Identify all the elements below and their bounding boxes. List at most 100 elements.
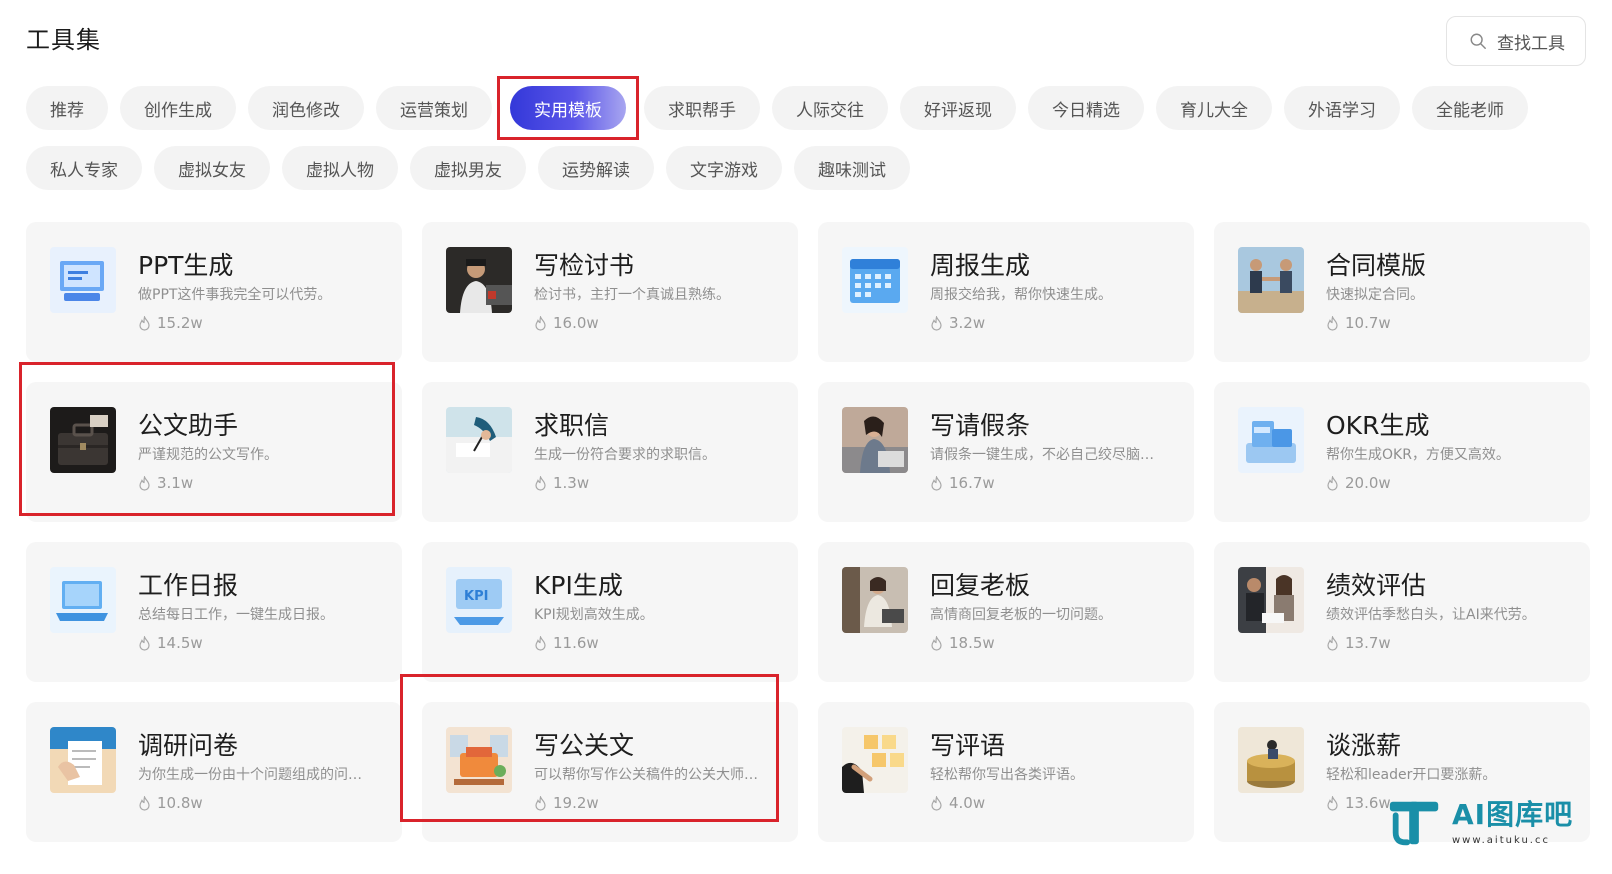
tool-card-description: 帮你生成OKR，方便又高效。 <box>1326 447 1510 463</box>
tab-job-help[interactable]: 求职帮手 <box>644 86 760 130</box>
tool-card[interactable]: 写评语 轻松帮你写出各类评语。 4.0w <box>818 702 1194 842</box>
flame-icon <box>535 635 546 651</box>
tool-card-title: 写请假条 <box>930 411 1031 440</box>
tab-row-2: 私人专家 虚拟女友 虚拟人物 虚拟男友 运势解读 文字游戏 趣味测试 <box>26 146 1586 190</box>
usage-count: 13.6w <box>1345 794 1391 812</box>
highlight-box-tab: 实用模板 <box>497 76 639 140</box>
tool-card[interactable]: 写请假条请假条一键生成，不必自己绞尽脑… 16.7w <box>818 382 1194 522</box>
usage-count: 14.5w <box>157 634 203 652</box>
tab-word-games[interactable]: 文字游戏 <box>666 146 782 190</box>
tab-virtual-girlfriend[interactable]: 虚拟女友 <box>154 146 270 190</box>
tool-card-description: 请假条一键生成，不必自己绞尽脑… <box>930 447 1154 463</box>
tab-recommend[interactable]: 推荐 <box>26 86 108 130</box>
tool-card[interactable]: 回复老板 高情商回复老板的一切问题。 18.5w <box>818 542 1194 682</box>
tool-card[interactable]: 调研问卷 为你生成一份由十个问题组成的问… 10.8w <box>26 702 402 842</box>
tool-card[interactable]: PPT生成 做PPT这件事我完全可以代劳。 15.2w <box>26 222 402 362</box>
tab-private-expert[interactable]: 私人专家 <box>26 146 142 190</box>
okr-thumbnail <box>1238 407 1304 473</box>
tool-card-description: 高情商回复老板的一切问题。 <box>930 607 1112 623</box>
tab-virtual-boyfriend[interactable]: 虚拟男友 <box>410 146 526 190</box>
tool-card-title: 写检讨书 <box>534 251 635 280</box>
tool-card-usage: 16.0w <box>534 314 599 332</box>
pr-office-thumbnail <box>446 727 512 793</box>
tool-card[interactable]: 工作日报 总结每日工作，一键生成日报。 14.5w <box>26 542 402 682</box>
flame-icon <box>931 635 942 651</box>
watermark-url: www.aituku.cc <box>1452 834 1550 846</box>
tool-card-usage: 16.7w <box>930 474 995 492</box>
tab-creation[interactable]: 创作生成 <box>120 86 236 130</box>
tab-teacher[interactable]: 全能老师 <box>1412 86 1528 130</box>
tool-card-description: 为你生成一份由十个问题组成的问… <box>138 767 362 783</box>
usage-count: 18.5w <box>949 634 995 652</box>
tool-card-usage: 13.7w <box>1326 634 1391 652</box>
tool-card-usage: 11.6w <box>534 634 599 652</box>
tool-card-usage: 20.0w <box>1326 474 1391 492</box>
tool-card[interactable]: 求职信 生成一份符合要求的求职信。 1.3w <box>422 382 798 522</box>
usage-count: 20.0w <box>1345 474 1391 492</box>
tool-card-description: 轻松帮你写出各类评语。 <box>930 767 1084 783</box>
tool-card[interactable]: 合同模版 快速拟定合同。 10.7w <box>1214 222 1590 362</box>
tab-language[interactable]: 外语学习 <box>1284 86 1400 130</box>
tool-card-usage: 4.0w <box>930 794 985 812</box>
tool-card[interactable]: 写公关文 可以帮你写作公关稿件的公关大师… 19.2w <box>422 702 798 842</box>
flame-icon <box>1327 795 1338 811</box>
laptop-thumbnail <box>50 567 116 633</box>
flame-icon <box>931 475 942 491</box>
tab-fun-tests[interactable]: 趣味测试 <box>794 146 910 190</box>
tool-card[interactable]: OKR生成 帮你生成OKR，方便又高效。 20.0w <box>1214 382 1590 522</box>
tool-card-usage: 19.2w <box>534 794 599 812</box>
coins-thumbnail <box>1238 727 1304 793</box>
handshake-thumbnail <box>1238 247 1304 313</box>
flame-icon <box>139 795 150 811</box>
tool-card[interactable]: 公文助手 严谨规范的公文写作。 3.1w <box>26 382 402 522</box>
tool-card-usage: 14.5w <box>138 634 203 652</box>
tool-card[interactable]: 写检讨书检讨书，主打一个真诚且熟练。 16.0w <box>422 222 798 362</box>
tool-card-title: 写公关文 <box>534 731 635 760</box>
tool-card-title: KPI生成 <box>534 571 623 600</box>
category-tabs: 推荐 创作生成 润色修改 运营策划 实用模板 求职帮手 人际交往 好评返现 今日… <box>26 76 1586 206</box>
tab-today-picks[interactable]: 今日精选 <box>1028 86 1144 130</box>
usage-count: 1.3w <box>553 474 590 492</box>
tool-card-usage: 1.3w <box>534 474 589 492</box>
person-laptop-thumbnail <box>446 247 512 313</box>
usage-count: 16.0w <box>553 314 599 332</box>
tool-card-description: 做PPT这件事我完全可以代劳。 <box>138 287 332 303</box>
tab-operations[interactable]: 运营策划 <box>376 86 492 130</box>
tool-card-title: 工作日报 <box>138 571 239 600</box>
brand-logo-icon <box>1389 801 1439 846</box>
tab-row-1: 推荐 创作生成 润色修改 运营策划 实用模板 求职帮手 人际交往 好评返现 今日… <box>26 76 1586 140</box>
tab-fortune[interactable]: 运势解读 <box>538 146 654 190</box>
tab-virtual-character[interactable]: 虚拟人物 <box>282 146 398 190</box>
search-tools-button[interactable]: 查找工具 <box>1446 16 1586 66</box>
tab-parenting[interactable]: 育儿大全 <box>1156 86 1272 130</box>
tool-card[interactable]: 周报生成 周报交给我，帮你快速生成。 3.2w <box>818 222 1194 362</box>
meeting-thumbnail <box>1238 567 1304 633</box>
usage-count: 3.1w <box>157 474 194 492</box>
usage-count: 10.8w <box>157 794 203 812</box>
tab-practical-templates[interactable]: 实用模板 <box>510 86 626 130</box>
flame-icon <box>139 315 150 331</box>
tool-card[interactable]: KPI KPI生成 KPI规划高效生成。 11.6w <box>422 542 798 682</box>
tool-card-title: 绩效评估 <box>1326 571 1427 600</box>
office-woman-thumbnail <box>842 567 908 633</box>
tool-card-usage: 3.1w <box>138 474 193 492</box>
search-icon <box>1470 33 1486 49</box>
usage-count: 4.0w <box>949 794 986 812</box>
search-label: 查找工具 <box>1497 33 1565 54</box>
tab-review-cashback[interactable]: 好评返现 <box>900 86 1016 130</box>
tool-card-usage: 18.5w <box>930 634 995 652</box>
tab-social[interactable]: 人际交往 <box>772 86 888 130</box>
tool-card-grid: PPT生成 做PPT这件事我完全可以代劳。 15.2w 写检讨书 检讨书，主打一个真诚且… <box>26 222 1590 842</box>
tool-card-title: 谈涨薪 <box>1326 731 1402 760</box>
kpi-thumbnail: KPI <box>446 567 512 633</box>
survey-thumbnail <box>50 727 116 793</box>
tool-card[interactable]: 绩效评估 绩效评估季愁白头，让AI来代劳。 13.7w <box>1214 542 1590 682</box>
tool-card-usage: 3.2w <box>930 314 985 332</box>
flame-icon <box>931 795 942 811</box>
tab-polish[interactable]: 润色修改 <box>248 86 364 130</box>
tool-card-title: 求职信 <box>534 411 610 440</box>
tool-card-description: 快速拟定合同。 <box>1326 287 1424 303</box>
page-title: 工具集 <box>26 26 101 54</box>
tool-card-description: 检讨书，主打一个真诚且熟练。 <box>534 287 730 303</box>
usage-count: 19.2w <box>553 794 599 812</box>
